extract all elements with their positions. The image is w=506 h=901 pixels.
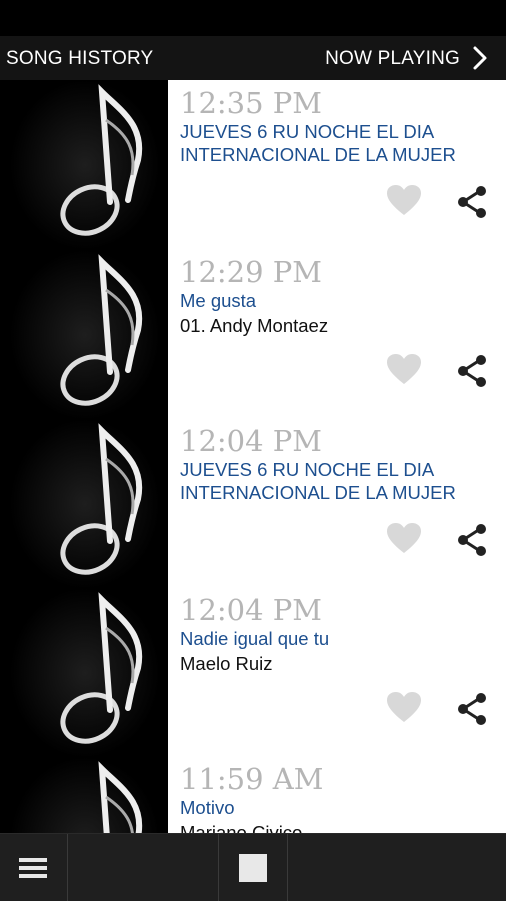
- song-time: 12:04 PM: [180, 593, 322, 627]
- song-time: 12:04 PM: [180, 424, 322, 458]
- song-history-list: 12:35 PM JUEVES 6 RU NOCHE EL DIA INTERN…: [168, 80, 506, 833]
- song-time: 12:35 PM: [180, 86, 322, 120]
- list-item[interactable]: 11:59 AM Motivo Mariano Civico: [168, 756, 506, 833]
- song-title: Nadie igual que tu: [180, 628, 330, 649]
- list-item[interactable]: 12:04 PM JUEVES 6 RU NOCHE EL DIA INTERN…: [168, 418, 506, 587]
- music-note-icon: [10, 80, 160, 250]
- toolbar-divider: [67, 834, 68, 901]
- stop-icon[interactable]: [239, 854, 267, 882]
- share-icon[interactable]: [454, 353, 490, 389]
- list-item[interactable]: 12:29 PM Me gusta 01. Andy Montaez: [168, 249, 506, 418]
- music-note-icon: [10, 757, 160, 833]
- bottom-toolbar: [0, 833, 506, 901]
- tab-song-history[interactable]: SONG HISTORY: [6, 48, 153, 70]
- list-item[interactable]: 12:35 PM JUEVES 6 RU NOCHE EL DIA INTERN…: [168, 80, 506, 249]
- toolbar-divider: [287, 834, 288, 901]
- music-note-icon: [10, 419, 160, 589]
- menu-icon[interactable]: [14, 852, 52, 884]
- music-note-icon: [10, 588, 160, 758]
- toolbar-divider: [218, 834, 219, 901]
- album-art-strip: [0, 80, 168, 833]
- song-title: JUEVES 6 RU NOCHE EL DIA INTERNACIONAL D…: [180, 121, 456, 165]
- song-artist: Maelo Ruiz: [180, 653, 273, 674]
- music-note-icon: [10, 250, 160, 420]
- song-artist: 01. Andy Montaez: [180, 315, 329, 336]
- song-title: JUEVES 6 RU NOCHE EL DIA INTERNACIONAL D…: [180, 459, 456, 503]
- header-bar: SONG HISTORY NOW PLAYING: [0, 36, 506, 80]
- share-icon[interactable]: [454, 522, 490, 558]
- heart-icon[interactable]: [386, 522, 422, 554]
- song-title: Motivo: [180, 797, 235, 818]
- song-time: 12:29 PM: [180, 255, 322, 289]
- share-icon[interactable]: [454, 691, 490, 727]
- heart-icon[interactable]: [386, 691, 422, 723]
- chevron-right-icon[interactable]: [466, 42, 494, 74]
- song-time: 11:59 AM: [180, 762, 324, 796]
- song-artist: Mariano Civico: [180, 822, 303, 833]
- song-title: Me gusta: [180, 290, 257, 311]
- heart-icon[interactable]: [386, 353, 422, 385]
- heart-icon[interactable]: [386, 184, 422, 216]
- status-bar: [0, 0, 506, 36]
- list-item[interactable]: 12:04 PM Nadie igual que tu Maelo Ruiz: [168, 587, 506, 756]
- tab-now-playing[interactable]: NOW PLAYING: [325, 48, 460, 70]
- share-icon[interactable]: [454, 184, 490, 220]
